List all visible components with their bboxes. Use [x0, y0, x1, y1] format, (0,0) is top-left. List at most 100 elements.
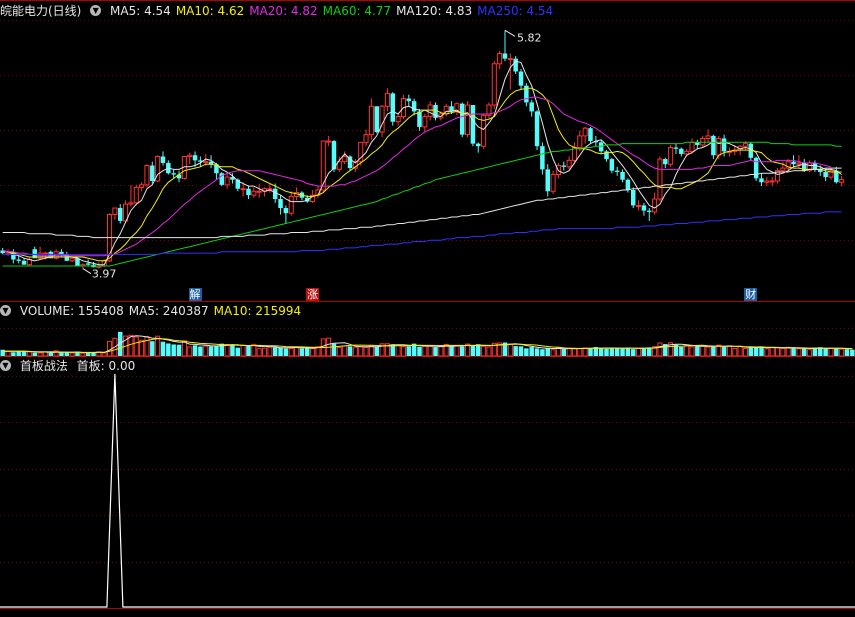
candle-body: [427, 104, 433, 118]
candle: [711, 134, 716, 160]
candle: [406, 94, 412, 107]
candle-body: [598, 142, 604, 152]
candle-body: [705, 135, 711, 139]
chevron-down-icon[interactable]: ▼: [0, 360, 11, 371]
candle: [566, 156, 572, 170]
candle: [166, 160, 171, 175]
candle: [459, 102, 465, 138]
signal-plot[interactable]: [0, 373, 855, 608]
volume-bar: [305, 347, 310, 356]
candle: [636, 200, 642, 211]
candle-body: [518, 71, 524, 86]
candle-body: [160, 156, 166, 163]
volume-bar: [614, 348, 620, 356]
candle: [219, 171, 225, 187]
signal-header: ▼ 首板战法 首板: 0.00: [0, 357, 145, 375]
event-mark-1[interactable]: 涨: [306, 288, 320, 301]
candlestick-plot[interactable]: 5.82 3.97: [0, 29, 845, 281]
volume-bar: [657, 342, 663, 357]
volume-bar: [839, 348, 845, 357]
candle: [657, 156, 663, 202]
candle: [705, 129, 711, 143]
volume-bar: [689, 346, 695, 357]
candle: [481, 114, 487, 149]
candle: [390, 92, 396, 126]
candle: [491, 61, 497, 109]
candle: [320, 140, 326, 193]
candle-body: [85, 263, 91, 265]
volume-bar: [545, 348, 550, 356]
candle: [524, 83, 529, 107]
ma-label-5: MA250: 4.54: [477, 4, 554, 18]
volume-bar: [171, 344, 176, 356]
chevron-down-icon[interactable]: ▼: [0, 305, 11, 316]
volume-bar: [812, 348, 818, 356]
candle-body: [283, 208, 289, 214]
volume-bar: [481, 345, 487, 357]
candle-body: [278, 199, 283, 209]
volume-bar: [716, 344, 722, 357]
candle-body: [764, 180, 770, 183]
candle-body: [668, 146, 674, 165]
volume-bar: [288, 348, 294, 357]
volume-bar: [507, 343, 513, 357]
candle: [753, 156, 759, 181]
candle-body: [791, 161, 796, 165]
candle: [652, 192, 658, 215]
candle: [326, 135, 332, 147]
candle-body: [529, 102, 534, 112]
candle: [176, 170, 182, 183]
candle-body: [582, 127, 588, 137]
chart-stage[interactable]: 5.82 3.97 皖能电力(日线) ▼ MA5: 4.54 MA10: 4.62 M…: [0, 0, 855, 614]
candle-body: [117, 208, 123, 221]
event-mark-2[interactable]: 财: [744, 288, 758, 301]
candle: [288, 191, 294, 216]
candle: [26, 256, 32, 266]
candle-body: [647, 210, 652, 212]
ma-label-1: MA10: 4.62: [175, 4, 245, 18]
candle-body: [246, 188, 251, 196]
candle-body: [620, 171, 625, 180]
candle: [513, 56, 518, 75]
event-mark-0[interactable]: 解: [188, 288, 202, 301]
volume-bar: [406, 346, 412, 356]
candle-body: [203, 161, 209, 164]
stock-title: 皖能电力(日线): [0, 4, 82, 18]
volume-bar: [454, 345, 460, 357]
volume-bar: [48, 352, 54, 356]
candle-body: [689, 141, 695, 152]
candle-body: [150, 165, 155, 181]
candle-body: [288, 195, 294, 214]
volume-bar: [187, 346, 193, 357]
chevron-down-icon[interactable]: ▼: [90, 5, 102, 16]
volume-bar: [844, 349, 850, 356]
candle-body: [614, 170, 620, 172]
candle-body: [128, 202, 134, 205]
volume-bar: [828, 347, 834, 357]
volume-bar: [352, 346, 358, 357]
candle-body: [187, 154, 193, 158]
volume-bar: [721, 346, 727, 356]
candle-body: [342, 156, 348, 163]
volume-bar: [534, 348, 540, 356]
volume-bar: [759, 346, 764, 356]
volume-bar: [785, 346, 791, 357]
candle: [641, 202, 647, 216]
candle: [534, 110, 540, 151]
volume-bar: [267, 346, 273, 357]
candle-body: [16, 259, 21, 261]
volume-bar: [358, 345, 364, 357]
volume-bar: [641, 347, 647, 356]
candle: [759, 173, 764, 187]
candle: [673, 143, 679, 154]
candle-body: [652, 198, 658, 213]
volume-bar: [133, 336, 139, 357]
volume-bar: [101, 352, 107, 357]
volume-bar: [144, 335, 150, 357]
candle-body: [417, 111, 422, 127]
volume-bar: [577, 348, 583, 357]
volume-plot[interactable]: [0, 331, 855, 357]
volume-bar: [449, 346, 454, 356]
ma-label-3: MA60: 4.77: [322, 4, 392, 18]
candle-body: [641, 205, 647, 211]
